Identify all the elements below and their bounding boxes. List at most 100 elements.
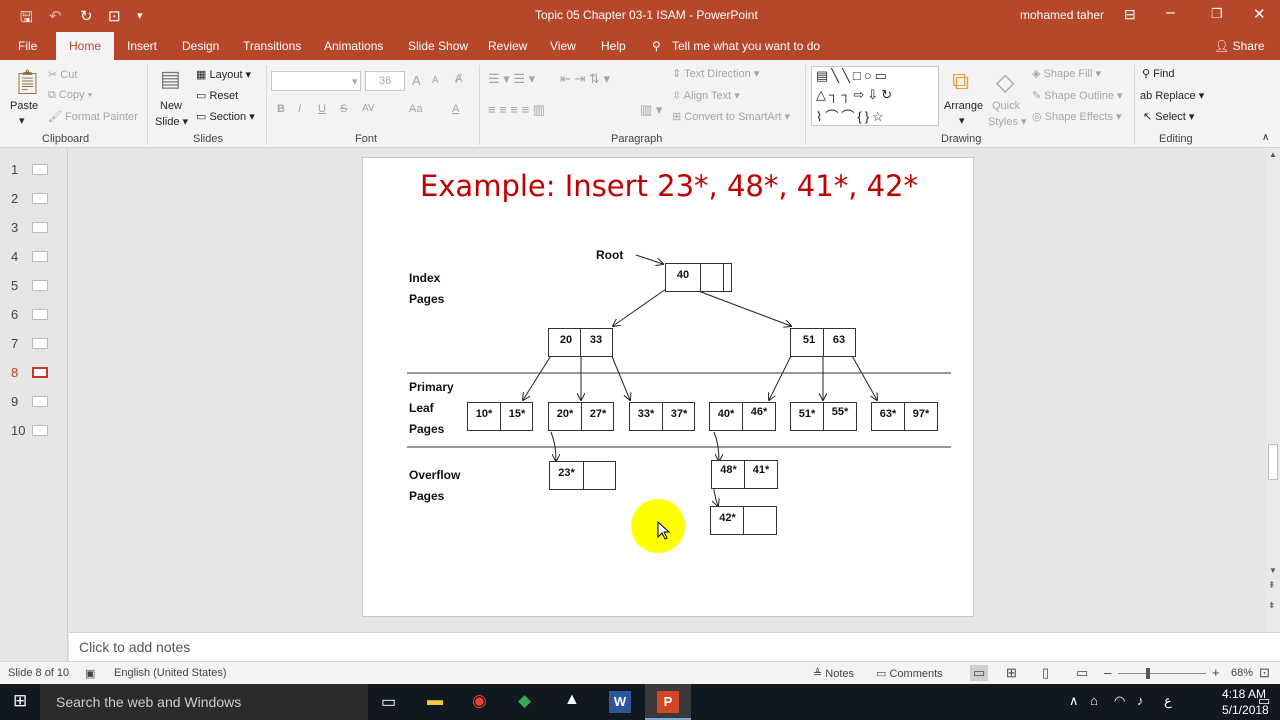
user-name[interactable]: mohamed taher (1020, 8, 1104, 22)
font-name-box[interactable]: ▾ (271, 71, 361, 91)
thumbnail-number[interactable]: 1 (11, 162, 18, 177)
comments-button[interactable]: ▭ Comments (876, 667, 943, 680)
bold-button[interactable]: B (277, 103, 285, 115)
language-indicator[interactable]: English (United States) (114, 667, 227, 679)
new-slide-label-1[interactable]: New (160, 100, 182, 112)
strikethrough-button[interactable]: S (340, 103, 347, 115)
zoom-slider-thumb[interactable] (1146, 668, 1150, 679)
thumbnail-number[interactable]: 7 (11, 336, 18, 351)
undo-icon[interactable]: ↶ (49, 7, 62, 25)
thumbnail-number[interactable]: 4 (11, 249, 18, 264)
tab-home[interactable]: Home (56, 32, 115, 60)
find-button[interactable]: ⚲ Find (1142, 67, 1175, 80)
select-button[interactable]: ↖ Select ▾ (1143, 110, 1194, 123)
minimize-icon[interactable]: – (1166, 4, 1175, 22)
leaf-page[interactable]: 20* 27* (548, 402, 614, 431)
leaf-page[interactable]: 40* 46* (709, 402, 776, 431)
tab-design[interactable]: Design (182, 39, 219, 53)
taskbar-search-text[interactable]: Search the web and Windows (56, 694, 241, 710)
align-icons[interactable]: ≡ ≡ ≡ ≡ ▥ (488, 102, 545, 118)
arrange-icon[interactable]: ⧉ (952, 68, 969, 96)
tab-review[interactable]: Review (488, 39, 527, 53)
volume-icon[interactable]: ♪ (1137, 693, 1144, 708)
scroll-up-icon[interactable]: ▲ (1269, 150, 1277, 159)
reading-view-icon[interactable]: ▯ (1042, 665, 1049, 681)
windows-start-icon[interactable]: ⊞ (13, 691, 27, 711)
thumbnail-number[interactable]: 8 (11, 365, 18, 380)
slide-thumbnail[interactable] (32, 396, 48, 407)
next-slide-icon[interactable]: ⇟ (1268, 600, 1276, 611)
format-painter-button[interactable]: 🖌︎ Format Painter (48, 110, 138, 123)
change-case-button[interactable]: Aa (409, 103, 422, 115)
show-hidden-icons[interactable]: ∧ (1069, 693, 1079, 709)
reset-button[interactable]: ▭ Reset (196, 89, 238, 102)
shapes-row-1[interactable]: ▤╲╲□○▭ (816, 68, 890, 84)
char-spacing-button[interactable]: AV (362, 103, 375, 114)
clear-formatting-icon[interactable]: Ⱥ (455, 73, 462, 85)
spell-check-icon[interactable]: ▣ (85, 667, 95, 680)
shape-outline-button[interactable]: ✎ Shape Outline ▾ (1032, 89, 1123, 102)
leaf-page[interactable]: 63* 97* (871, 402, 938, 431)
new-slide-icon[interactable]: ▤ (160, 66, 181, 92)
overflow-page[interactable]: 23* (549, 461, 616, 490)
thumbnail-number[interactable]: 3 (11, 220, 18, 235)
vertical-scrollbar[interactable]: ▲ ▼ ⇞ ⇟ (1266, 148, 1280, 632)
thumbnail-number[interactable]: 5 (11, 278, 18, 293)
restore-icon[interactable]: ❐ (1211, 6, 1223, 22)
wifi-icon[interactable]: ◠ (1114, 693, 1125, 709)
redo-icon[interactable]: ↻ (80, 7, 93, 25)
font-dropdown-icon[interactable]: ▾ (352, 75, 358, 88)
fit-slide-icon[interactable]: ⊡ (1259, 665, 1270, 681)
slide-thumbnail[interactable] (32, 222, 48, 233)
thumbnail-number[interactable]: 9 (11, 394, 18, 409)
customize-qat-icon[interactable]: ▾ (137, 9, 143, 22)
task-view-icon[interactable]: ▭ (381, 692, 396, 712)
slide-show-icon[interactable]: ▭ (1076, 665, 1088, 681)
slide-thumbnail[interactable] (32, 309, 48, 320)
save-icon[interactable]: 🖫 (20, 7, 33, 32)
overflow-page[interactable]: 42* (710, 506, 777, 535)
shrink-font-icon[interactable]: A (432, 75, 439, 86)
leaf-page[interactable]: 51* 55* (790, 402, 857, 431)
keyboard-language[interactable]: ع (1164, 693, 1172, 709)
quick-styles-label-1[interactable]: Quick (992, 100, 1020, 112)
notes-pane[interactable]: Click to add notes (69, 632, 1280, 661)
network-icon[interactable]: ⌂ (1090, 693, 1098, 708)
slide-thumbnail[interactable] (32, 425, 48, 436)
word-icon[interactable]: W (609, 691, 631, 713)
underline-button[interactable]: U (318, 103, 326, 115)
notes-toggle-button[interactable]: ≜ Notes (813, 667, 854, 680)
previous-slide-icon[interactable]: ⇞ (1268, 580, 1276, 591)
font-color-button[interactable]: A (452, 103, 459, 115)
zoom-level[interactable]: 68% (1231, 667, 1253, 679)
thumbnail-number[interactable]: 2 (11, 191, 18, 206)
tab-animations[interactable]: Animations (324, 39, 383, 53)
slide-thumbnail[interactable] (32, 164, 48, 175)
tell-me-box[interactable]: Tell me what you want to do (672, 39, 820, 53)
tab-slide-show[interactable]: Slide Show (408, 39, 468, 53)
thumbnail-number[interactable]: 10 (11, 423, 25, 438)
layout-button[interactable]: ▦ Layout ▾ (196, 68, 251, 81)
shapes-row-2[interactable]: △┐┐⇨⇩↻ (816, 87, 895, 103)
start-from-beginning-icon[interactable]: ⊡ (108, 7, 121, 25)
close-icon[interactable]: ✕ (1253, 5, 1266, 23)
leaf-page[interactable]: 10* 15* (467, 402, 533, 431)
grow-font-icon[interactable]: A (412, 73, 421, 88)
tab-insert[interactable]: Insert (127, 39, 157, 53)
zoom-in-icon[interactable]: + (1212, 665, 1220, 680)
tab-help[interactable]: Help (601, 39, 626, 53)
right-index-node[interactable]: 51 63 (790, 328, 856, 357)
powerpoint-taskbar-item[interactable]: P (645, 684, 691, 720)
scroll-thumb[interactable] (1268, 444, 1278, 480)
action-center-icon[interactable]: ▭ (1258, 693, 1270, 709)
quick-styles-label-2[interactable]: Styles ▾ (988, 115, 1027, 128)
slide-sorter-icon[interactable]: ⊞ (1006, 665, 1017, 681)
copy-button[interactable]: ⧉ Copy ▾ (48, 89, 92, 102)
collapse-ribbon-icon[interactable]: ∧ (1262, 132, 1269, 143)
app-icon[interactable]: ◆ (518, 691, 531, 711)
slide-thumbnail[interactable] (32, 367, 48, 378)
shape-fill-button[interactable]: ◈ Shape Fill ▾ (1032, 67, 1101, 80)
shape-effects-button[interactable]: ◎ Shape Effects ▾ (1032, 110, 1122, 123)
slide-thumbnail[interactable] (32, 338, 48, 349)
tab-transitions[interactable]: Transitions (243, 39, 301, 53)
